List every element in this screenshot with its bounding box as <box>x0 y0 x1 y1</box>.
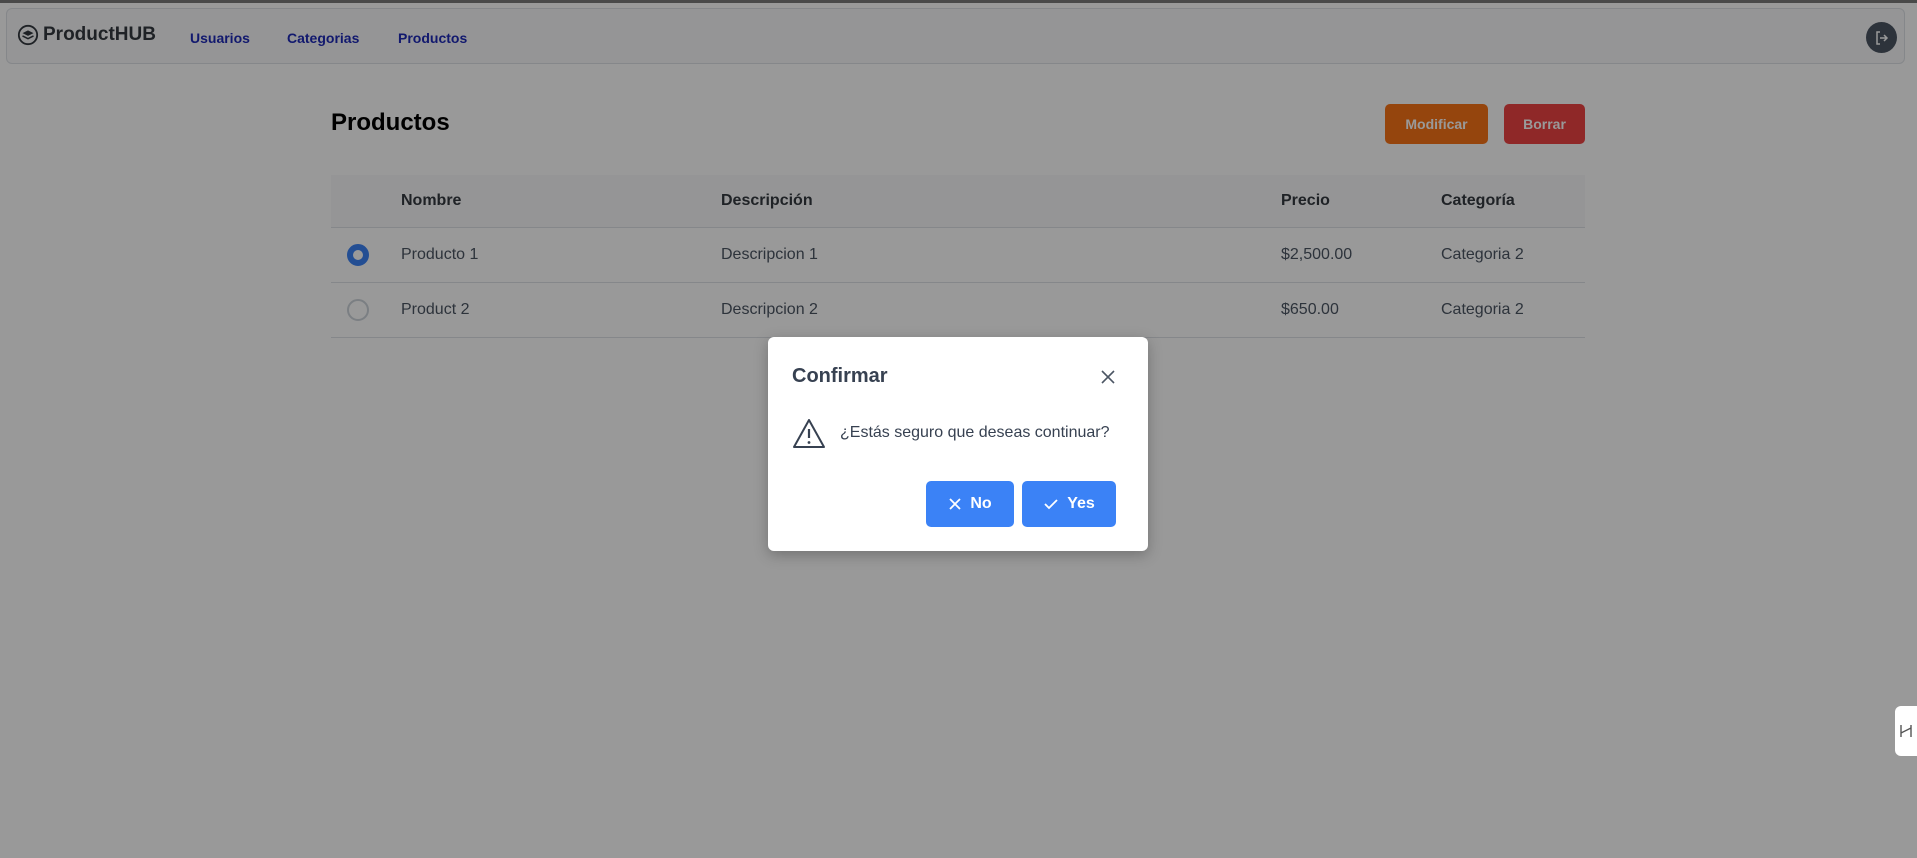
no-button-label: No <box>970 495 992 512</box>
dialog-title: Confirmar <box>792 365 888 387</box>
confirm-dialog: Confirmar ¿Estás seguro que deseas conti… <box>768 337 1148 551</box>
side-panel-icon <box>1900 725 1912 737</box>
yes-button[interactable]: Yes <box>1022 481 1116 527</box>
close-icon[interactable] <box>1099 368 1117 386</box>
yes-button-label: Yes <box>1067 495 1095 512</box>
times-icon <box>949 498 961 510</box>
check-icon <box>1044 499 1058 510</box>
warning-icon <box>793 419 825 448</box>
side-panel-toggle[interactable] <box>1895 706 1917 756</box>
dialog-message: ¿Estás seguro que deseas continuar? <box>840 424 1110 441</box>
no-button[interactable]: No <box>926 481 1014 527</box>
